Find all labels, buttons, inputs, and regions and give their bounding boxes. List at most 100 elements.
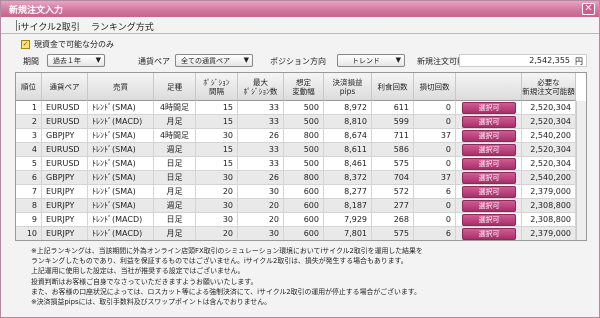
table-row[interactable]: 8 EURJPY ﾄﾚﾝﾄﾞ(SMA) 週足 30 20 600 8,187 277 0 選択可 2,… <box>16 199 576 213</box>
cell-profit-count: 586 <box>372 143 414 157</box>
select-button[interactable]: 選択可 <box>462 144 516 156</box>
note-line: 投資判断はお客様ご自身でなさっていただきますようお願いいたします。 <box>31 277 258 286</box>
cell-profit-count: 611 <box>372 101 414 115</box>
table-row[interactable]: 1 EURUSD ﾄﾚﾝﾄﾞ(SMA) 4時間足 15 33 500 8,972 611 0 選択可… <box>16 101 576 115</box>
cell-rank: 9 <box>16 213 42 227</box>
table-row[interactable]: 4 EURUSD ﾄﾚﾝﾄﾞ(SMA) 週足 15 33 500 8,611 586 0 選択可 2,… <box>16 143 576 157</box>
order-window: 新規注文入力 ✕ iサイクル2取引 ランキング方式 ✓ 現資金で可能な分のみ 期… <box>0 0 600 318</box>
chevron-down-icon: ▼ <box>95 56 101 64</box>
select-button[interactable]: 選択可 <box>462 158 516 170</box>
cell-interval: 30 <box>196 199 238 213</box>
pair-select[interactable]: 全ての通貨ペア ▼ <box>175 54 253 67</box>
column-header-rank: 順位 <box>16 73 42 101</box>
cell-expected-range: 500 <box>284 157 324 171</box>
cell-bar-type: 週足 <box>154 143 196 157</box>
cell-bar-type: 日足 <box>154 213 196 227</box>
cell-trade: ﾄﾚﾝﾄﾞ(MACD) <box>88 213 154 227</box>
cell-loss-count: 37 <box>414 171 456 185</box>
cell-expected-range: 800 <box>284 129 324 143</box>
window-title: 新規注文入力 <box>9 6 64 16</box>
tab-icycle2[interactable]: iサイクル2取引 <box>18 20 80 33</box>
cell-pips: 8,372 <box>324 171 372 185</box>
column-header-label: 損切回数 <box>419 82 450 91</box>
chevron-down-icon: ▼ <box>395 56 401 64</box>
select-button[interactable]: 選択可 <box>462 116 516 128</box>
column-header-label: ﾎﾟｼﾞｼｮﾝ 間隔 <box>203 77 230 96</box>
table-row[interactable]: 3 GBPJPY ﾄﾚﾝﾄﾞ(SMA) 4時間足 30 26 800 8,674 711 37 選択… <box>16 129 576 143</box>
column-header-max-positions: 最大 ﾎﾟｼﾞｼｮﾝ数 <box>238 73 284 101</box>
column-header-bar-type: 足種 <box>154 73 196 101</box>
select-button[interactable]: 選択可 <box>462 130 516 142</box>
column-header-expected-range: 想定 変動幅 <box>284 73 324 101</box>
cell-pips: 8,810 <box>324 115 372 129</box>
cell-pair: GBPJPY <box>42 171 88 185</box>
cell-expected-range: 500 <box>284 101 324 115</box>
cell-required-amount: 2,308,800 <box>522 199 576 213</box>
table-row[interactable]: 10 EURJPY ﾄﾚﾝﾄﾞ(MACD) 月足 20 30 600 7,801 575 6 選択可… <box>16 227 576 240</box>
cell-required-amount: 2,540,200 <box>522 129 576 143</box>
cell-loss-count: 0 <box>414 115 456 129</box>
cell-loss-count: 0 <box>414 143 456 157</box>
cell-pair: GBPJPY <box>42 129 88 143</box>
cell-rank: 7 <box>16 185 42 199</box>
cell-trade: ﾄﾚﾝﾄﾞ(SMA) <box>88 157 154 171</box>
cell-pair: EURUSD <box>42 143 88 157</box>
cell-loss-count: 0 <box>414 213 456 227</box>
pair-value: 全ての通貨ペア <box>181 57 230 65</box>
column-header-label: 足種 <box>167 82 182 91</box>
cell-expected-range: 600 <box>284 227 324 240</box>
cell-pips: 7,801 <box>324 227 372 240</box>
cell-rank: 8 <box>16 199 42 213</box>
cell-profit-count: 575 <box>372 157 414 171</box>
table-row[interactable]: 7 EURJPY ﾄﾚﾝﾄﾞ(SMA) 月足 20 30 600 8,277 572 6 選択可 2,… <box>16 185 576 199</box>
select-button[interactable]: 選択可 <box>462 228 516 240</box>
column-header-select <box>456 73 522 101</box>
select-button[interactable]: 選択可 <box>462 172 516 184</box>
table-row[interactable]: 2 EURUSD ﾄﾚﾝﾄﾞ(MACD) 月足 15 33 500 8,810 599 0 選択可 2… <box>16 115 576 129</box>
cell-select: 選択可 <box>456 199 522 213</box>
table-row[interactable]: 5 EURUSD ﾄﾚﾝﾄﾞ(SMA) 日足 15 33 500 8,461 575 0 選択可 2,… <box>16 157 576 171</box>
table-row[interactable]: 9 EURJPY ﾄﾚﾝﾄﾞ(MACD) 日足 30 20 600 7,929 268 0 選択可 2… <box>16 213 576 227</box>
cell-max-positions: 33 <box>238 115 284 129</box>
cell-required-amount: 2,520,304 <box>522 115 576 129</box>
cell-max-positions: 33 <box>238 143 284 157</box>
direction-select[interactable]: トレンド ▼ <box>337 54 405 67</box>
cell-max-positions: 26 <box>238 171 284 185</box>
cell-rank: 2 <box>16 115 42 129</box>
cell-pips: 8,461 <box>324 157 372 171</box>
cell-loss-count: 0 <box>414 101 456 115</box>
table-row[interactable]: 6 GBPJPY ﾄﾚﾝﾄﾞ(SMA) 日足 30 26 800 8,372 704 37 選択可 2… <box>16 171 576 185</box>
cell-required-amount: 2,379,000 <box>522 227 576 240</box>
note-line: ランキングしたものであり、利益を保証するものではございません。iサイクル2取引は… <box>31 257 408 266</box>
direction-value: トレンド <box>352 57 380 65</box>
close-button[interactable]: ✕ <box>582 3 595 15</box>
note-line: ※上記ランキングは、当該期間に外為オンライン店頭FX取引のシミュレーション環境に… <box>31 247 423 255</box>
cell-pips: 8,277 <box>324 185 372 199</box>
ranking-table: 順位 通貨ペア 売買 足種 ﾎﾟｼﾞｼｮﾝ 間隔 最大 ﾎﾟｼﾞｼｮﾝ数 想定 変動幅 決済損… <box>15 72 587 241</box>
cell-pair: EURJPY <box>42 199 88 213</box>
pair-label: 通貨ペア <box>138 57 170 66</box>
column-header-pair: 通貨ペア <box>42 73 88 101</box>
note-line: 上記運用に使用した設定は、当社が推奨する設定ではございません。 <box>31 267 245 276</box>
vertical-scrollbar[interactable] <box>576 101 586 240</box>
cell-pips: 8,187 <box>324 199 372 213</box>
select-button[interactable]: 選択可 <box>462 186 516 198</box>
cell-loss-count: 0 <box>414 199 456 213</box>
period-label: 期間 <box>23 57 39 66</box>
period-select[interactable]: 過去１年 ▼ <box>47 54 105 67</box>
filter-bar: 期間 過去１年 ▼ 通貨ペア 全ての通貨ペア ▼ ポジション方向 トレンド ▼ … <box>1 53 599 69</box>
select-button[interactable]: 選択可 <box>462 214 516 226</box>
select-button[interactable]: 選択可 <box>462 200 516 212</box>
cell-select: 選択可 <box>456 101 522 115</box>
column-header-trade: 売買 <box>88 73 154 101</box>
title-bar: 新規注文入力 ✕ <box>1 1 599 17</box>
select-button[interactable]: 選択可 <box>462 102 516 114</box>
cell-loss-count: 0 <box>414 157 456 171</box>
cell-required-amount: 2,520,304 <box>522 143 576 157</box>
tab-ranking[interactable]: ランキング方式 <box>91 20 154 33</box>
cell-profit-count: 599 <box>372 115 414 129</box>
note-line: ※決済損益pipsには、取引手数料及びスワップポイントは含んでおりません。 <box>31 298 271 307</box>
available-funds-checkbox[interactable]: ✓ <box>21 40 30 49</box>
column-header-label: 決済損益 pips <box>332 77 363 96</box>
cell-pair: EURUSD <box>42 101 88 115</box>
